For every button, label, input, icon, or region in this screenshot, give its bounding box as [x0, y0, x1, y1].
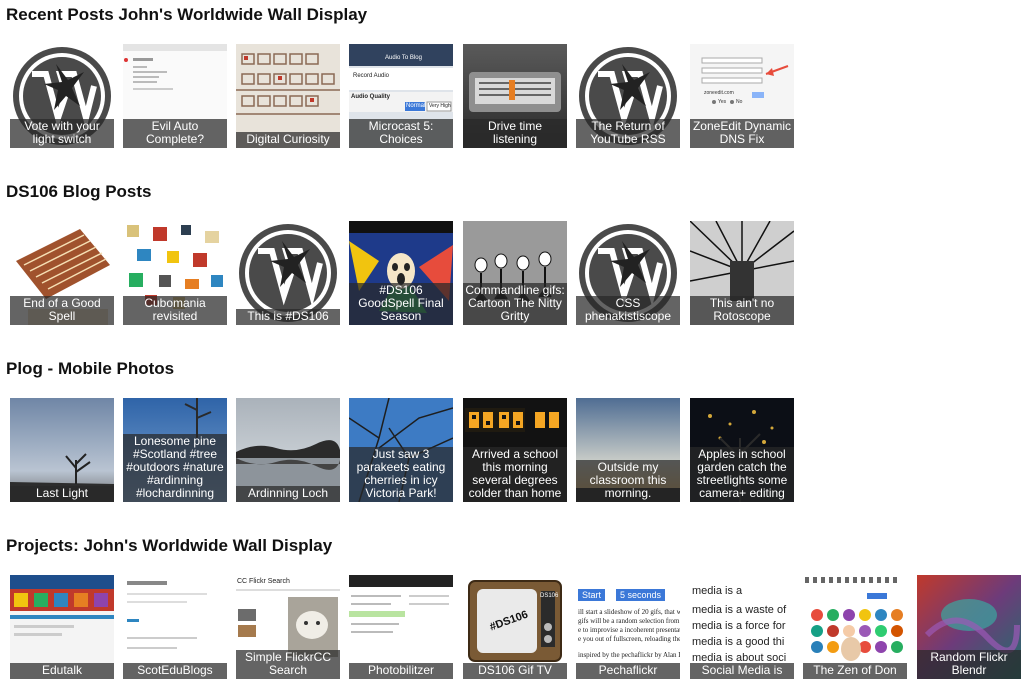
slideshow-description-line: ill start a slideshow of 20 gifs, that w… [578, 608, 680, 616]
blog-tile-this-aint-no-rotoscope[interactable]: This ain't no Rotoscope [690, 221, 794, 325]
zoneedit-yes-text: Yes [718, 99, 727, 105]
photo-tile-ardinning-loch[interactable]: Ardinning Loch [236, 398, 340, 502]
project-tile-scotedublogs[interactable]: ScotEduBlogs [123, 575, 227, 679]
post-caption: ZoneEdit Dynamic DNS Fix [690, 119, 794, 148]
post-caption: Digital Curiosity [236, 132, 340, 148]
post-tile-zoneedit-dns[interactable]: zoneedit.com Yes No ZoneEdit Dynamic DNS… [690, 44, 794, 148]
post-caption: Just saw 3 parakeets eating cherries in … [349, 447, 453, 502]
project-tile-zen-of-don[interactable]: The Zen of Don [803, 575, 907, 679]
post-tile-evil-auto-complete[interactable]: Evil Auto Complete? [123, 44, 227, 148]
ds106-tv-brand-text: DS106 [540, 593, 559, 599]
project-tile-photobilitzer[interactable]: Photobilitzer [349, 575, 453, 679]
post-caption: Cubomania revisited [123, 296, 227, 325]
blog-tile-commandline-gifs[interactable]: Commandline gifs: Cartoon The Nitty Grit… [463, 221, 567, 325]
app-title-text: Audio To Blog [385, 55, 422, 61]
media-phrase-line: media is a force for [692, 620, 786, 632]
section-title-recent-posts: Recent Posts John's Worldwide Wall Displ… [6, 5, 368, 24]
post-caption: ScotEduBlogs [123, 663, 227, 679]
blog-tile-goodspell-final-season[interactable]: #DS106 GoodSpell Final Season [349, 221, 453, 325]
photo-tile-parakeets[interactable]: Just saw 3 parakeets eating cherries in … [349, 398, 453, 502]
photo-tile-lonesome-pine[interactable]: Lonesome pine #Scotland #tree #outdoors … [123, 398, 227, 502]
photo-tile-apples-school-garden[interactable]: Apples in school garden catch the street… [690, 398, 794, 502]
slideshow-description-line: e you out of fullscreen, reloading the p… [578, 635, 680, 643]
project-tile-edutalk[interactable]: Edutalk [10, 575, 114, 679]
post-tile-return-youtube-rss[interactable]: The Return of YouTube RSS [576, 44, 680, 148]
post-tile-drive-time-listening[interactable]: Drive time listening [463, 44, 567, 148]
media-phrase-line: media is a waste of [692, 604, 787, 616]
zoneedit-no-text: No [736, 99, 743, 105]
post-caption: The Zen of Don [803, 663, 907, 679]
post-caption: Pechaflickr [576, 663, 680, 679]
post-caption: This ain't no Rotoscope [690, 296, 794, 325]
very-high-option-text: Very High [429, 103, 451, 109]
post-caption: Last Light [10, 486, 114, 502]
post-caption: Vote with your light switch [10, 119, 114, 148]
post-caption: Ardinning Loch [236, 486, 340, 502]
post-caption: The Return of YouTube RSS [576, 119, 680, 148]
post-caption: Apples in school garden catch the street… [690, 447, 794, 502]
post-tile-vote-light-switch[interactable]: Vote with your light switch [10, 44, 114, 148]
post-caption: Microcast 5: Choices [349, 119, 453, 148]
slideshow-credit-line: inspired by the pechaflickr by Alan Lev [578, 651, 680, 659]
post-caption: Outside my classroom this morning. [576, 460, 680, 502]
photo-tile-outside-classroom[interactable]: Outside my classroom this morning. [576, 398, 680, 502]
section-title-ds106-blog-posts: DS106 Blog Posts [6, 182, 152, 201]
post-caption: #DS106 GoodSpell Final Season [349, 283, 453, 325]
post-caption: Social Media is [690, 663, 794, 679]
project-tile-random-flickr-blendr[interactable]: Random Flickr Blendr [917, 575, 1021, 679]
post-caption: Drive time listening [463, 119, 567, 148]
blog-tile-end-of-good-spell[interactable]: End of a Good Spell [10, 221, 114, 325]
slideshow-start-button: Start [578, 589, 606, 601]
slideshow-description-line: gifs will be a random selection from the… [578, 617, 680, 625]
slideshow-description-line: e to improvise a incoherent presentation [578, 626, 680, 634]
post-caption: Simple FlickrCC Search [236, 650, 340, 679]
post-caption: CSS phenakistiscope [576, 296, 680, 325]
post-caption: Photobilitzer [349, 663, 453, 679]
section-title-plog-mobile-photos: Plog - Mobile Photos [6, 359, 175, 378]
post-caption: This is #DS106 [236, 309, 340, 325]
project-tile-ds106-gif-tv[interactable]: #DS106 DS106 DS106 Gif TV [463, 575, 567, 679]
record-audio-text: Record Audio [353, 73, 390, 79]
media-phrase-line: media is a [692, 585, 743, 597]
blog-tile-cubomania-revisited[interactable]: Cubomania revisited [123, 221, 227, 325]
flickr-search-header-text: CC Flickr Search [237, 578, 290, 585]
post-caption: Random Flickr Blendr [917, 650, 1021, 679]
zoneedit-domain-text: zoneedit.com [704, 90, 734, 96]
media-phrase-line: media is a good thi [692, 636, 785, 648]
post-tile-microcast-choices[interactable]: Audio To Blog Record Audio Audio Quality… [349, 44, 453, 148]
post-tile-digital-curiosity[interactable]: Digital Curiosity [236, 44, 340, 148]
photo-tile-arrived-school[interactable]: Arrived a school this morning several de… [463, 398, 567, 502]
post-caption: DS106 Gif TV [463, 663, 567, 679]
post-caption: End of a Good Spell [10, 296, 114, 325]
normal-option-text: Normal [406, 103, 426, 109]
post-caption: Edutalk [10, 663, 114, 679]
audio-quality-text: Audio Quality [351, 94, 390, 100]
project-tile-pechaflickr[interactable]: Start 5 seconds ill start a slideshow of… [576, 575, 680, 679]
post-caption: Lonesome pine #Scotland #tree #outdoors … [123, 434, 227, 502]
post-caption: Commandline gifs: Cartoon The Nitty Grit… [463, 283, 567, 325]
slideshow-interval-select: 5 seconds [616, 589, 666, 601]
project-tile-simple-flickrcc-search[interactable]: CC Flickr Search Simple FlickrCC Search [236, 575, 340, 679]
section-title-projects: Projects: John's Worldwide Wall Display [6, 536, 333, 555]
project-tile-social-media-is[interactable]: media is a media is a waste of media is … [690, 575, 794, 679]
post-caption: Arrived a school this morning several de… [463, 447, 567, 502]
post-caption: Evil Auto Complete? [123, 119, 227, 148]
blog-tile-this-is-ds106[interactable]: This is #DS106 [236, 221, 340, 325]
blog-tile-css-phenakistiscope[interactable]: CSS phenakistiscope [576, 221, 680, 325]
photo-tile-last-light[interactable]: Last Light [10, 398, 114, 502]
